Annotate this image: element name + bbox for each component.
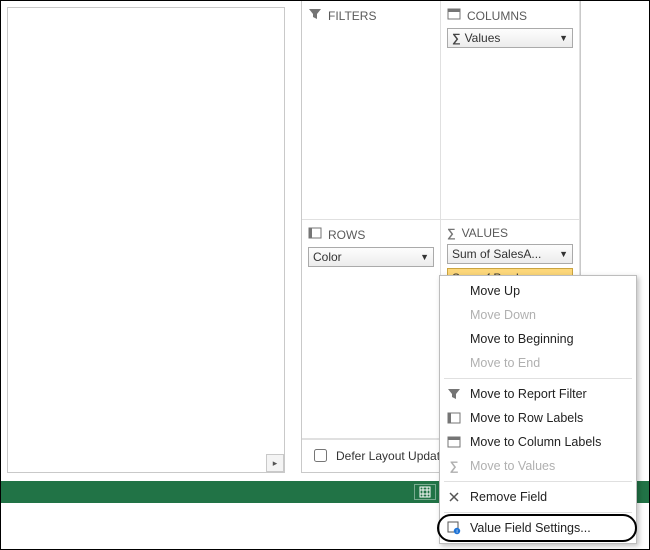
menu-label: Move to Row Labels: [470, 411, 583, 425]
field-label: Values: [465, 31, 501, 45]
columns-icon: [447, 7, 461, 24]
field-settings-icon: i: [446, 520, 462, 536]
menu-label: Move to Values: [470, 459, 555, 473]
rows-field-color[interactable]: Color ▼: [308, 247, 434, 267]
menu-to-report-filter[interactable]: Move to Report Filter: [440, 382, 636, 406]
sigma-icon: ∑: [446, 458, 462, 474]
rows-icon: [308, 226, 322, 243]
menu-label: Move Down: [470, 308, 536, 322]
menu-remove-field[interactable]: Remove Field: [440, 485, 636, 509]
rows-icon: [446, 410, 462, 426]
menu-move-down: Move Down: [440, 303, 636, 327]
chevron-down-icon: ▼: [559, 249, 568, 259]
menu-separator: [444, 512, 632, 513]
rows-area[interactable]: ROWS Color ▼: [302, 220, 441, 439]
svg-text:i: i: [456, 529, 457, 535]
filter-icon: [308, 7, 322, 24]
menu-to-values: ∑ Move to Values: [440, 454, 636, 478]
menu-label: Move to Column Labels: [470, 435, 601, 449]
menu-separator: [444, 378, 632, 379]
columns-label: COLUMNS: [467, 9, 527, 23]
menu-label: Move Up: [470, 284, 520, 298]
view-normal-button[interactable]: [414, 484, 436, 500]
field-label: Color: [313, 250, 342, 264]
defer-layout-label: Defer Layout Updat: [336, 449, 440, 463]
menu-label: Remove Field: [470, 490, 547, 504]
menu-value-field-settings[interactable]: i Value Field Settings...: [440, 516, 636, 540]
values-field-salesa[interactable]: Sum of SalesA... ▼: [447, 244, 573, 264]
field-label: Sum of SalesA...: [452, 247, 541, 261]
menu-move-up[interactable]: Move Up: [440, 279, 636, 303]
menu-move-end: Move to End: [440, 351, 636, 375]
menu-label: Move to Beginning: [470, 332, 574, 346]
worksheet-area: ▸: [7, 7, 285, 473]
scroll-right-button[interactable]: ▸: [266, 454, 284, 472]
close-icon: [446, 489, 462, 505]
rows-label: ROWS: [328, 228, 365, 242]
field-context-menu: Move Up Move Down Move to Beginning Move…: [439, 275, 637, 544]
menu-label: Move to Report Filter: [470, 387, 587, 401]
menu-label: Value Field Settings...: [470, 521, 591, 535]
filters-area[interactable]: FILTERS: [302, 1, 441, 220]
filter-icon: [446, 386, 462, 402]
filters-label: FILTERS: [328, 9, 376, 23]
columns-icon: [446, 434, 462, 450]
columns-area[interactable]: COLUMNS ∑ Values ▼: [441, 1, 580, 220]
menu-label: Move to End: [470, 356, 540, 370]
menu-separator: [444, 481, 632, 482]
sigma-icon: ∑: [452, 31, 461, 45]
chevron-down-icon: ▼: [420, 252, 429, 262]
values-label: VALUES: [462, 226, 508, 240]
columns-field-values[interactable]: ∑ Values ▼: [447, 28, 573, 48]
chevron-down-icon: ▼: [559, 33, 568, 43]
menu-to-column-labels[interactable]: Move to Column Labels: [440, 430, 636, 454]
menu-to-row-labels[interactable]: Move to Row Labels: [440, 406, 636, 430]
menu-move-beginning[interactable]: Move to Beginning: [440, 327, 636, 351]
sigma-icon: ∑: [447, 226, 456, 240]
defer-layout-checkbox[interactable]: [314, 449, 327, 462]
